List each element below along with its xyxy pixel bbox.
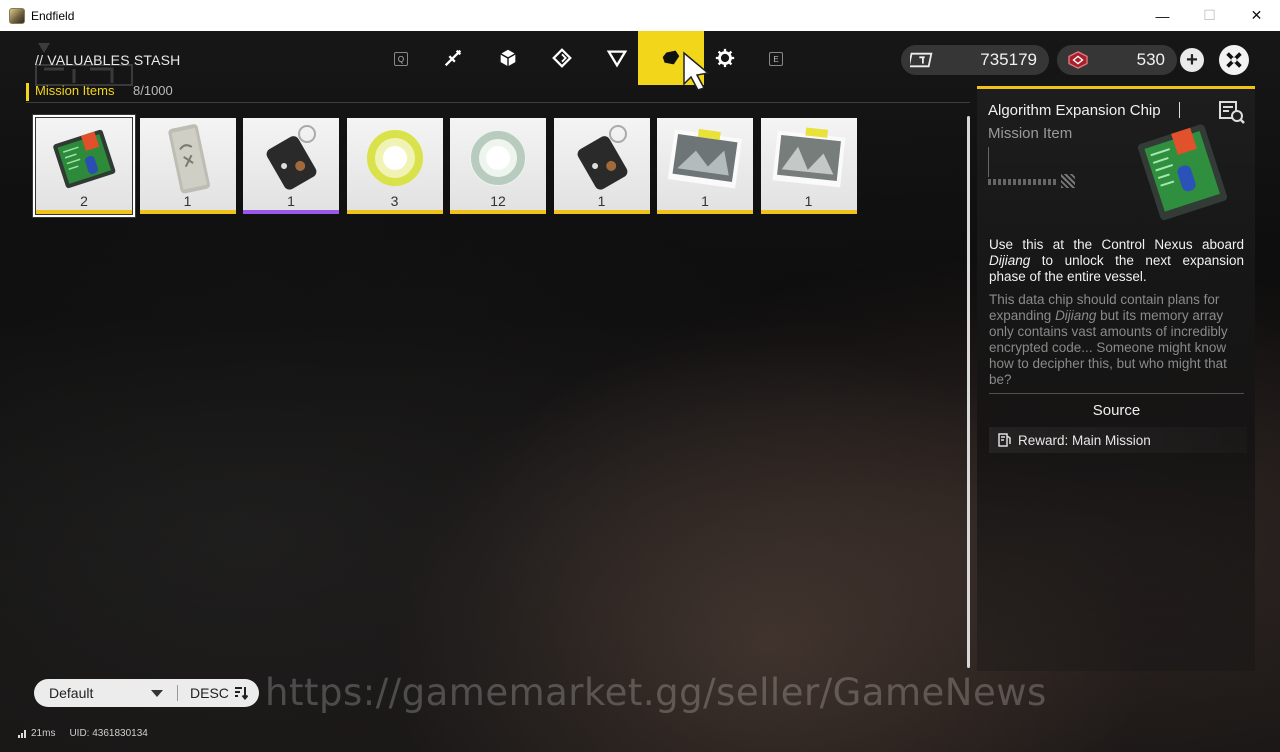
circuit-chip-icon (53, 129, 116, 189)
game-viewport: // VALUABLES STASH Q E 735179 530 + Miss… (0, 31, 1280, 752)
grid-scrollbar[interactable] (967, 116, 970, 668)
item-qty: 12 (490, 193, 506, 209)
mission-reward-icon (998, 433, 1011, 447)
photo-icon (771, 127, 845, 188)
category-divider (26, 102, 970, 103)
item-qty: 1 (701, 193, 709, 209)
detail-divider (989, 393, 1244, 394)
tab-weapons[interactable] (426, 31, 480, 85)
currency-originium[interactable]: 530 (1057, 45, 1177, 75)
item-qty: 1 (597, 193, 606, 209)
detail-item-type: Mission Item (988, 125, 1073, 142)
photo-icon (667, 128, 743, 189)
originium-icon (1068, 51, 1088, 69)
item-slot-ring-clear[interactable]: 12 (450, 118, 546, 214)
minimize-button[interactable]: — (1139, 0, 1186, 31)
close-icon (1226, 52, 1242, 68)
gear-icon (715, 48, 735, 68)
category-label[interactable]: Mission Items (35, 83, 114, 98)
signal-icon (18, 730, 26, 738)
sort-descending-icon[interactable] (234, 686, 248, 700)
item-slot-keychain[interactable]: 1 (243, 118, 339, 214)
ring-icon (470, 130, 526, 186)
sort-order-button[interactable]: DESC (190, 685, 229, 701)
qr-code-icon (1061, 174, 1075, 188)
sort-mode-select[interactable]: Default (49, 685, 139, 701)
source-heading: Source (1092, 402, 1141, 419)
keychain-icon (577, 125, 627, 190)
close-stash-button[interactable] (1219, 45, 1249, 75)
item-qty: 3 (390, 193, 399, 209)
restore-button[interactable]: ☐ (1186, 0, 1233, 31)
cube-icon (500, 49, 516, 67)
item-slot-photo-1[interactable]: 1 (657, 118, 753, 214)
item-slot-ring-yellow[interactable]: 3 (346, 118, 443, 214)
source-entry[interactable]: Reward: Main Mission (989, 427, 1247, 453)
window-titlebar: Endfield — ☐ ✕ (0, 0, 1280, 31)
item-slot-algorithm-chip[interactable]: 2 (33, 115, 135, 217)
currency-tickets-value: 735179 (980, 50, 1037, 69)
triangle-icon (606, 50, 628, 68)
window-controls: — ☐ ✕ (1139, 0, 1280, 31)
detail-decoration (988, 147, 989, 177)
detail-barcode-decoration (988, 179, 1058, 185)
window-title: Endfield (31, 8, 75, 23)
app-icon (9, 7, 25, 24)
category-accent (26, 83, 29, 101)
item-slot-plaque[interactable]: 1 (139, 118, 236, 214)
ring-icon (366, 130, 423, 186)
diamond-icon (552, 48, 572, 68)
mouse-cursor-icon (683, 51, 710, 91)
item-qty: 1 (804, 193, 813, 209)
tab-triangle[interactable] (590, 31, 644, 85)
sort-control: Default DESC (34, 679, 259, 707)
page-title: // VALUABLES STASH (35, 52, 181, 68)
circuit-chip-icon (1137, 124, 1228, 221)
item-slot-photo-2[interactable]: 1 (760, 118, 857, 214)
detail-description: Use this at the Control Nexus aboard Dij… (989, 237, 1244, 284)
item-grid: 2 1 1 3 12 1 1 1 (33, 115, 864, 217)
item-qty: 1 (287, 193, 295, 209)
plaque-icon (167, 124, 210, 194)
sort-divider (177, 685, 178, 701)
add-currency-button[interactable]: + (1180, 48, 1204, 72)
item-qty: 2 (80, 193, 88, 209)
item-details-panel: Algorithm Expansion Chip Mission Item Us… (977, 86, 1255, 671)
currency-originium-value: 530 (1136, 50, 1165, 69)
status-bar: 21ms UID: 4361830134 (18, 728, 148, 739)
detail-flavor-text: This data chip should contain plans for … (989, 292, 1228, 387)
detail-item-name: Algorithm Expansion Chip (988, 102, 1161, 119)
prev-tab-key[interactable]: Q (394, 52, 408, 66)
weapon-icon (444, 49, 462, 67)
keychain-icon (266, 125, 317, 190)
tab-diamond[interactable] (535, 31, 589, 85)
chevron-down-icon[interactable] (151, 689, 163, 697)
uid-label: UID: 4361830134 (69, 728, 148, 739)
item-qty: 1 (183, 193, 192, 209)
ticket-icon (910, 52, 933, 68)
category-count: 8/1000 (133, 83, 173, 98)
tab-cube[interactable] (481, 31, 535, 85)
ping-value: 21ms (31, 728, 56, 739)
detail-text-caret (1179, 102, 1180, 118)
item-slot-keychain-2[interactable]: 1 (553, 118, 650, 214)
currency-tickets[interactable]: 735179 (901, 45, 1049, 75)
next-tab-key[interactable]: E (769, 52, 783, 66)
source-label: Reward: Main Mission (1018, 432, 1151, 448)
close-window-button[interactable]: ✕ (1233, 0, 1280, 31)
watermark-text: https://gamemarket.gg/seller/GameNews (265, 671, 1047, 714)
